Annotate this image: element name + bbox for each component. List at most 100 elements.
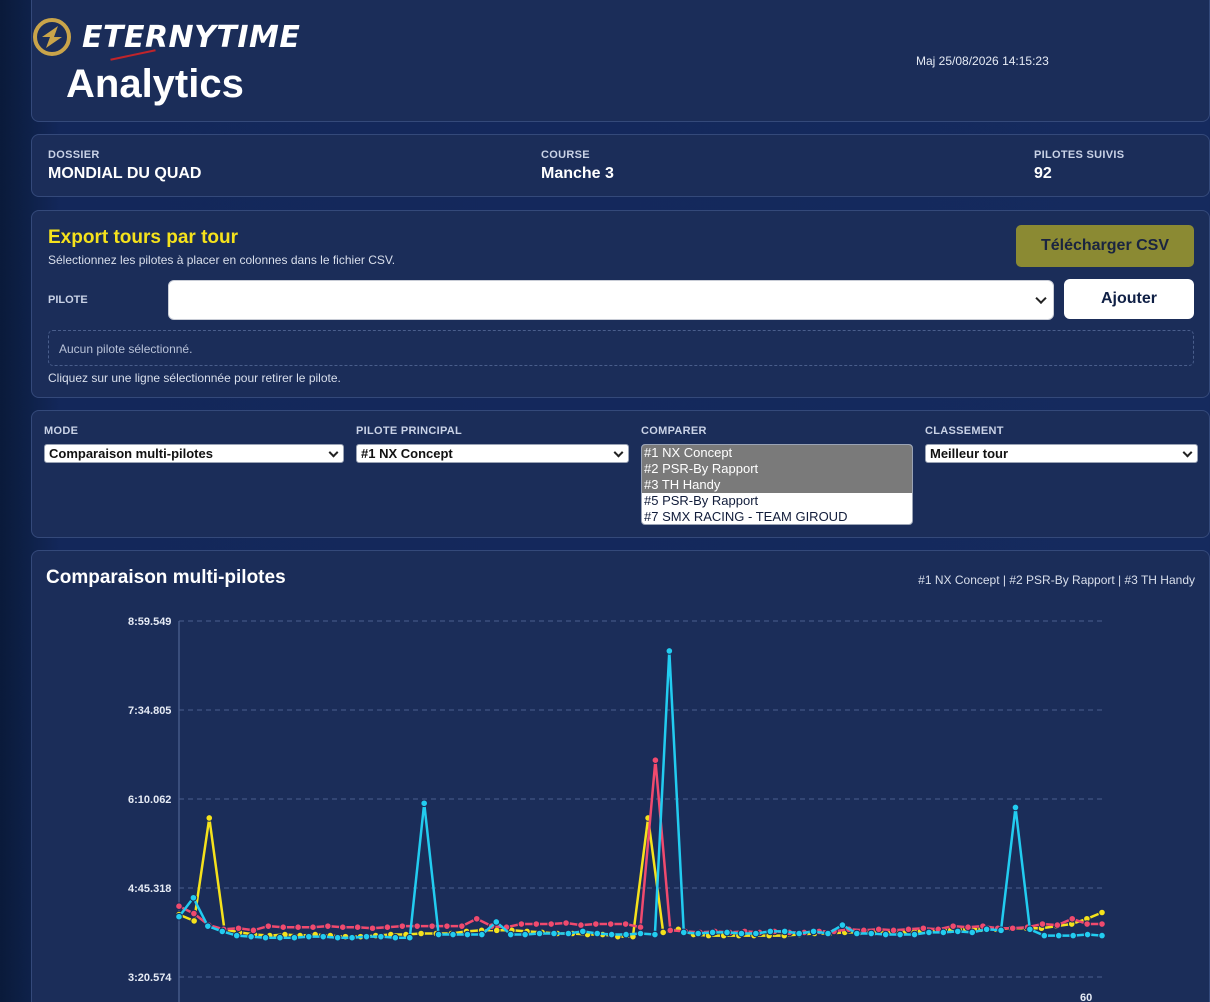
- mode-select-value: Comparaison multi-pilotes: [49, 446, 213, 461]
- series-3-point: [607, 930, 616, 939]
- series-3-point: [708, 928, 717, 937]
- series-1-point: [190, 917, 198, 925]
- y-tick-label: 8:59.549: [128, 616, 171, 628]
- export-title: Export tours par tour: [48, 227, 239, 248]
- classement-label: CLASSEMENT: [925, 425, 1004, 437]
- series-3-point: [391, 933, 400, 942]
- series-3-point: [535, 929, 544, 938]
- course-info-panel: DOSSIER MONDIAL DU QUAD COURSE Manche 3 …: [31, 134, 1210, 197]
- series-2-point: [532, 920, 541, 928]
- series-2-point: [249, 926, 258, 935]
- series-3-point: [809, 927, 818, 936]
- series-2-point: [458, 922, 466, 930]
- logo[interactable]: ETERNYTIME: [32, 14, 300, 64]
- series-3-point: [290, 933, 299, 942]
- series-2-point: [1083, 920, 1091, 928]
- selected-pilotes-box: Aucun pilote sélectionné.: [48, 330, 1194, 366]
- series-line-2: [178, 758, 1102, 934]
- dossier-label: DOSSIER: [48, 149, 100, 161]
- compare-label: COMPARER: [641, 425, 707, 437]
- series-3-point: [463, 930, 472, 939]
- header: ETERNYTIME Analytics Maj 25/08/2026 14:1…: [31, 0, 1210, 122]
- series-2-point: [309, 923, 317, 931]
- series-3-point: [795, 929, 803, 938]
- series-2-point: [472, 914, 481, 923]
- compare-option[interactable]: #2 PSR-By Rapport: [642, 461, 912, 477]
- compare-option[interactable]: #3 TH Handy: [642, 477, 912, 493]
- series-3-point: [218, 927, 227, 936]
- series-3-point: [434, 930, 443, 939]
- lap-times-chart[interactable]: 8:59.549 7:34.805 6:10.062 4:45.318 3:20.574…: [32, 551, 1210, 1002]
- series-3-point: [780, 927, 789, 936]
- pilotes-info: PILOTES SUIVIS 92: [1034, 149, 1124, 183]
- series-2-point: [368, 924, 377, 933]
- series-2-point: [666, 926, 675, 935]
- add-pilote-button[interactable]: Ajouter: [1064, 279, 1194, 319]
- series-3-point: [1011, 803, 1020, 812]
- series-3-point: [478, 930, 486, 939]
- update-timestamp: Maj 25/08/2026 14:15:23: [916, 54, 1049, 68]
- series-3-point: [1098, 931, 1106, 940]
- series-3-point: [953, 927, 962, 936]
- series-2-point: [264, 922, 273, 930]
- series-2-point: [592, 920, 600, 928]
- mode-select[interactable]: Comparaison multi-pilotes: [44, 444, 344, 463]
- download-csv-button[interactable]: Télécharger CSV: [1016, 225, 1194, 267]
- series-2-point: [874, 925, 883, 934]
- series-3-point: [881, 930, 890, 939]
- series-3-point: [333, 933, 342, 942]
- series-3-point: [492, 918, 501, 926]
- y-tick-label: 6:10.062: [128, 794, 171, 806]
- series-3-point: [1054, 931, 1063, 940]
- series-3-point: [939, 928, 948, 937]
- series-2-point: [517, 920, 526, 928]
- series-3-point: [1069, 931, 1077, 940]
- series-3-point: [665, 647, 674, 655]
- series-1-point: [417, 929, 425, 938]
- compare-multiselect[interactable]: #1 NX Concept #2 PSR-By Rapport #3 TH Ha…: [641, 444, 913, 525]
- x-tick-label: 60: [1080, 992, 1092, 1002]
- series-3-point: [348, 933, 356, 942]
- pilote-select[interactable]: [168, 280, 1054, 320]
- series-3-point: [449, 930, 457, 939]
- principal-select-value: #1 NX Concept: [361, 446, 453, 461]
- compare-option[interactable]: #7 SMX RACING - TEAM GIROUD: [642, 509, 912, 524]
- series-2-point: [547, 920, 555, 928]
- series-2-point: [279, 923, 288, 931]
- series-2-point: [294, 923, 302, 931]
- series-3-point: [319, 932, 328, 941]
- compare-option[interactable]: #1 NX Concept: [642, 445, 912, 461]
- chevron-down-icon: [328, 447, 339, 458]
- series-2-point: [606, 920, 615, 928]
- classement-select[interactable]: Meilleur tour: [925, 444, 1198, 463]
- series-3-point: [636, 929, 645, 938]
- pilotes-value: 92: [1034, 165, 1052, 182]
- series-2-point: [651, 756, 660, 765]
- series-3-point: [405, 933, 414, 942]
- series-3-point: [968, 928, 977, 937]
- series-3-point: [506, 930, 515, 939]
- series-2-point: [324, 922, 332, 930]
- principal-select[interactable]: #1 NX Concept: [356, 444, 629, 463]
- series-3-point: [232, 931, 241, 940]
- series-1-point: [205, 814, 214, 822]
- series-3-point: [925, 928, 933, 937]
- series-2-point: [383, 923, 392, 931]
- page-title: Analytics: [66, 62, 244, 106]
- series-1-point: [659, 928, 667, 937]
- chevron-down-icon: [1035, 292, 1047, 305]
- compare-option[interactable]: #5 PSR-By Rapport: [642, 493, 912, 509]
- empty-selection-text: Aucun pilote sélectionné.: [59, 342, 193, 356]
- series-2-point: [889, 926, 898, 935]
- logo-text: ETERNYTIME: [82, 20, 301, 55]
- course-label: COURSE: [541, 149, 590, 161]
- series-3-point: [276, 933, 284, 942]
- series-2-point: [398, 922, 407, 930]
- series-3-point: [752, 929, 760, 938]
- course-info: COURSE Manche 3: [541, 149, 614, 183]
- series-2-point: [904, 925, 913, 934]
- y-tick-label: 3:20.574: [128, 972, 172, 984]
- series-3-point: [694, 929, 702, 938]
- series-2-point: [621, 920, 630, 928]
- series-3-point: [838, 921, 847, 929]
